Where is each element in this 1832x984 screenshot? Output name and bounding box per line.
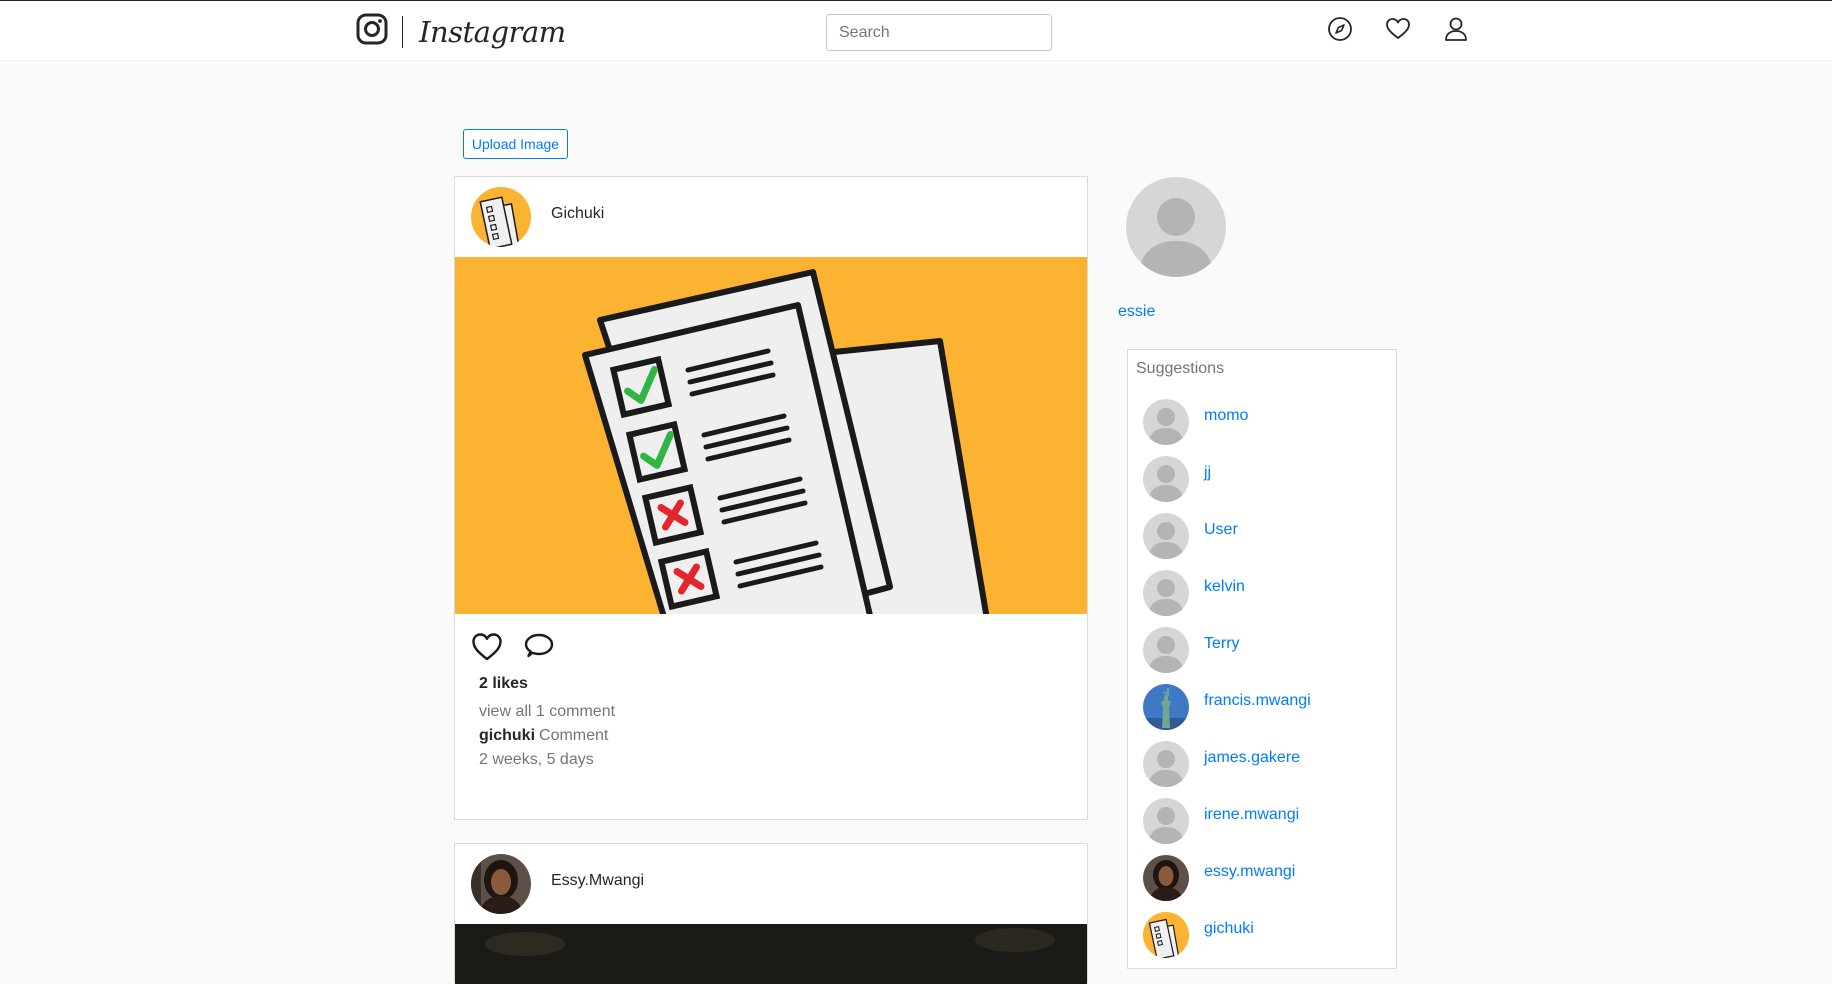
suggestion-username[interactable]: james.gakere [1204,746,1316,770]
post-card: Gichuki 2 likes view all 1 comment gichu… [454,176,1088,820]
default-avatar-icon [1143,456,1189,502]
woman-portrait-avatar [1143,855,1189,901]
suggestions-panel: Suggestions momo jj User kelvin Terry fr… [1127,349,1397,969]
post-timestamp: 2 weeks, 5 days [479,751,594,768]
post-author-name[interactable]: Essy.Mwangi [551,872,644,890]
default-avatar-icon [1143,399,1189,445]
comment: gichuki Comment [479,726,1087,746]
comment-text: Comment [539,727,609,744]
default-avatar-icon [1143,570,1189,616]
suggestion-item[interactable]: kelvin [1143,570,1383,616]
upload-image-button[interactable]: Upload Image [463,129,568,159]
post-header: Gichuki [455,177,1087,257]
post-header: Essy.Mwangi [455,844,1087,924]
suggestion-item[interactable]: francis.mwangi [1143,684,1383,730]
suggestion-username[interactable]: gichuki [1204,917,1316,941]
suggestion-username[interactable]: kelvin [1204,575,1316,599]
default-avatar-icon [1143,798,1189,844]
suggestion-item[interactable]: momo [1143,399,1383,445]
post-author-avatar[interactable] [471,854,531,914]
suggestion-username[interactable]: User [1204,518,1316,542]
top-navbar: Instagram [0,0,1832,61]
user-icon[interactable] [1443,16,1469,42]
likes-count: 2 likes [479,675,528,692]
view-all-comments-link[interactable]: view all 1 comment [479,702,1087,722]
search-input[interactable] [826,14,1052,51]
comment-bubble-icon[interactable] [523,632,555,662]
suggestion-username[interactable]: irene.mwangi [1204,803,1316,827]
brand[interactable]: Instagram [356,13,566,50]
heart-icon[interactable] [1385,16,1411,42]
default-avatar-icon [1143,513,1189,559]
profile-avatar[interactable] [1126,177,1226,277]
profile-username[interactable]: essie [1118,303,1155,321]
suggestion-item[interactable]: essy.mwangi [1143,855,1383,901]
brand-wordmark: Instagram [419,14,566,49]
brand-divider [402,15,403,48]
post-image[interactable] [455,257,1087,614]
suggestion-item[interactable]: james.gakere [1143,741,1383,787]
like-heart-icon[interactable] [471,632,503,662]
suggestion-username[interactable]: francis.mwangi [1204,689,1316,713]
post-author-name[interactable]: Gichuki [551,205,604,223]
statue-of-liberty-avatar [1143,684,1189,730]
default-avatar-icon [1143,741,1189,787]
instagram-logo-icon [356,13,388,50]
post-actions [455,614,1087,674]
compass-icon[interactable] [1327,16,1353,42]
default-avatar-icon [1143,627,1189,673]
suggestion-item[interactable]: gichuki [1143,912,1383,958]
comment-author[interactable]: gichuki [479,727,535,744]
checklist-avatar [1143,912,1189,958]
suggestion-item[interactable]: User [1143,513,1383,559]
suggestion-item[interactable]: Terry [1143,627,1383,673]
suggestion-username[interactable]: Terry [1204,632,1316,656]
suggestion-item[interactable]: jj [1143,456,1383,502]
post-image[interactable] [455,924,1087,984]
suggestion-username[interactable]: jj [1204,461,1316,485]
post-card: Essy.Mwangi [454,843,1088,984]
suggestion-username[interactable]: essy.mwangi [1204,860,1316,884]
post-author-avatar[interactable] [471,187,531,247]
suggestion-username[interactable]: momo [1204,404,1316,428]
suggestion-item[interactable]: irene.mwangi [1143,798,1383,844]
suggestions-title: Suggestions [1136,360,1225,377]
